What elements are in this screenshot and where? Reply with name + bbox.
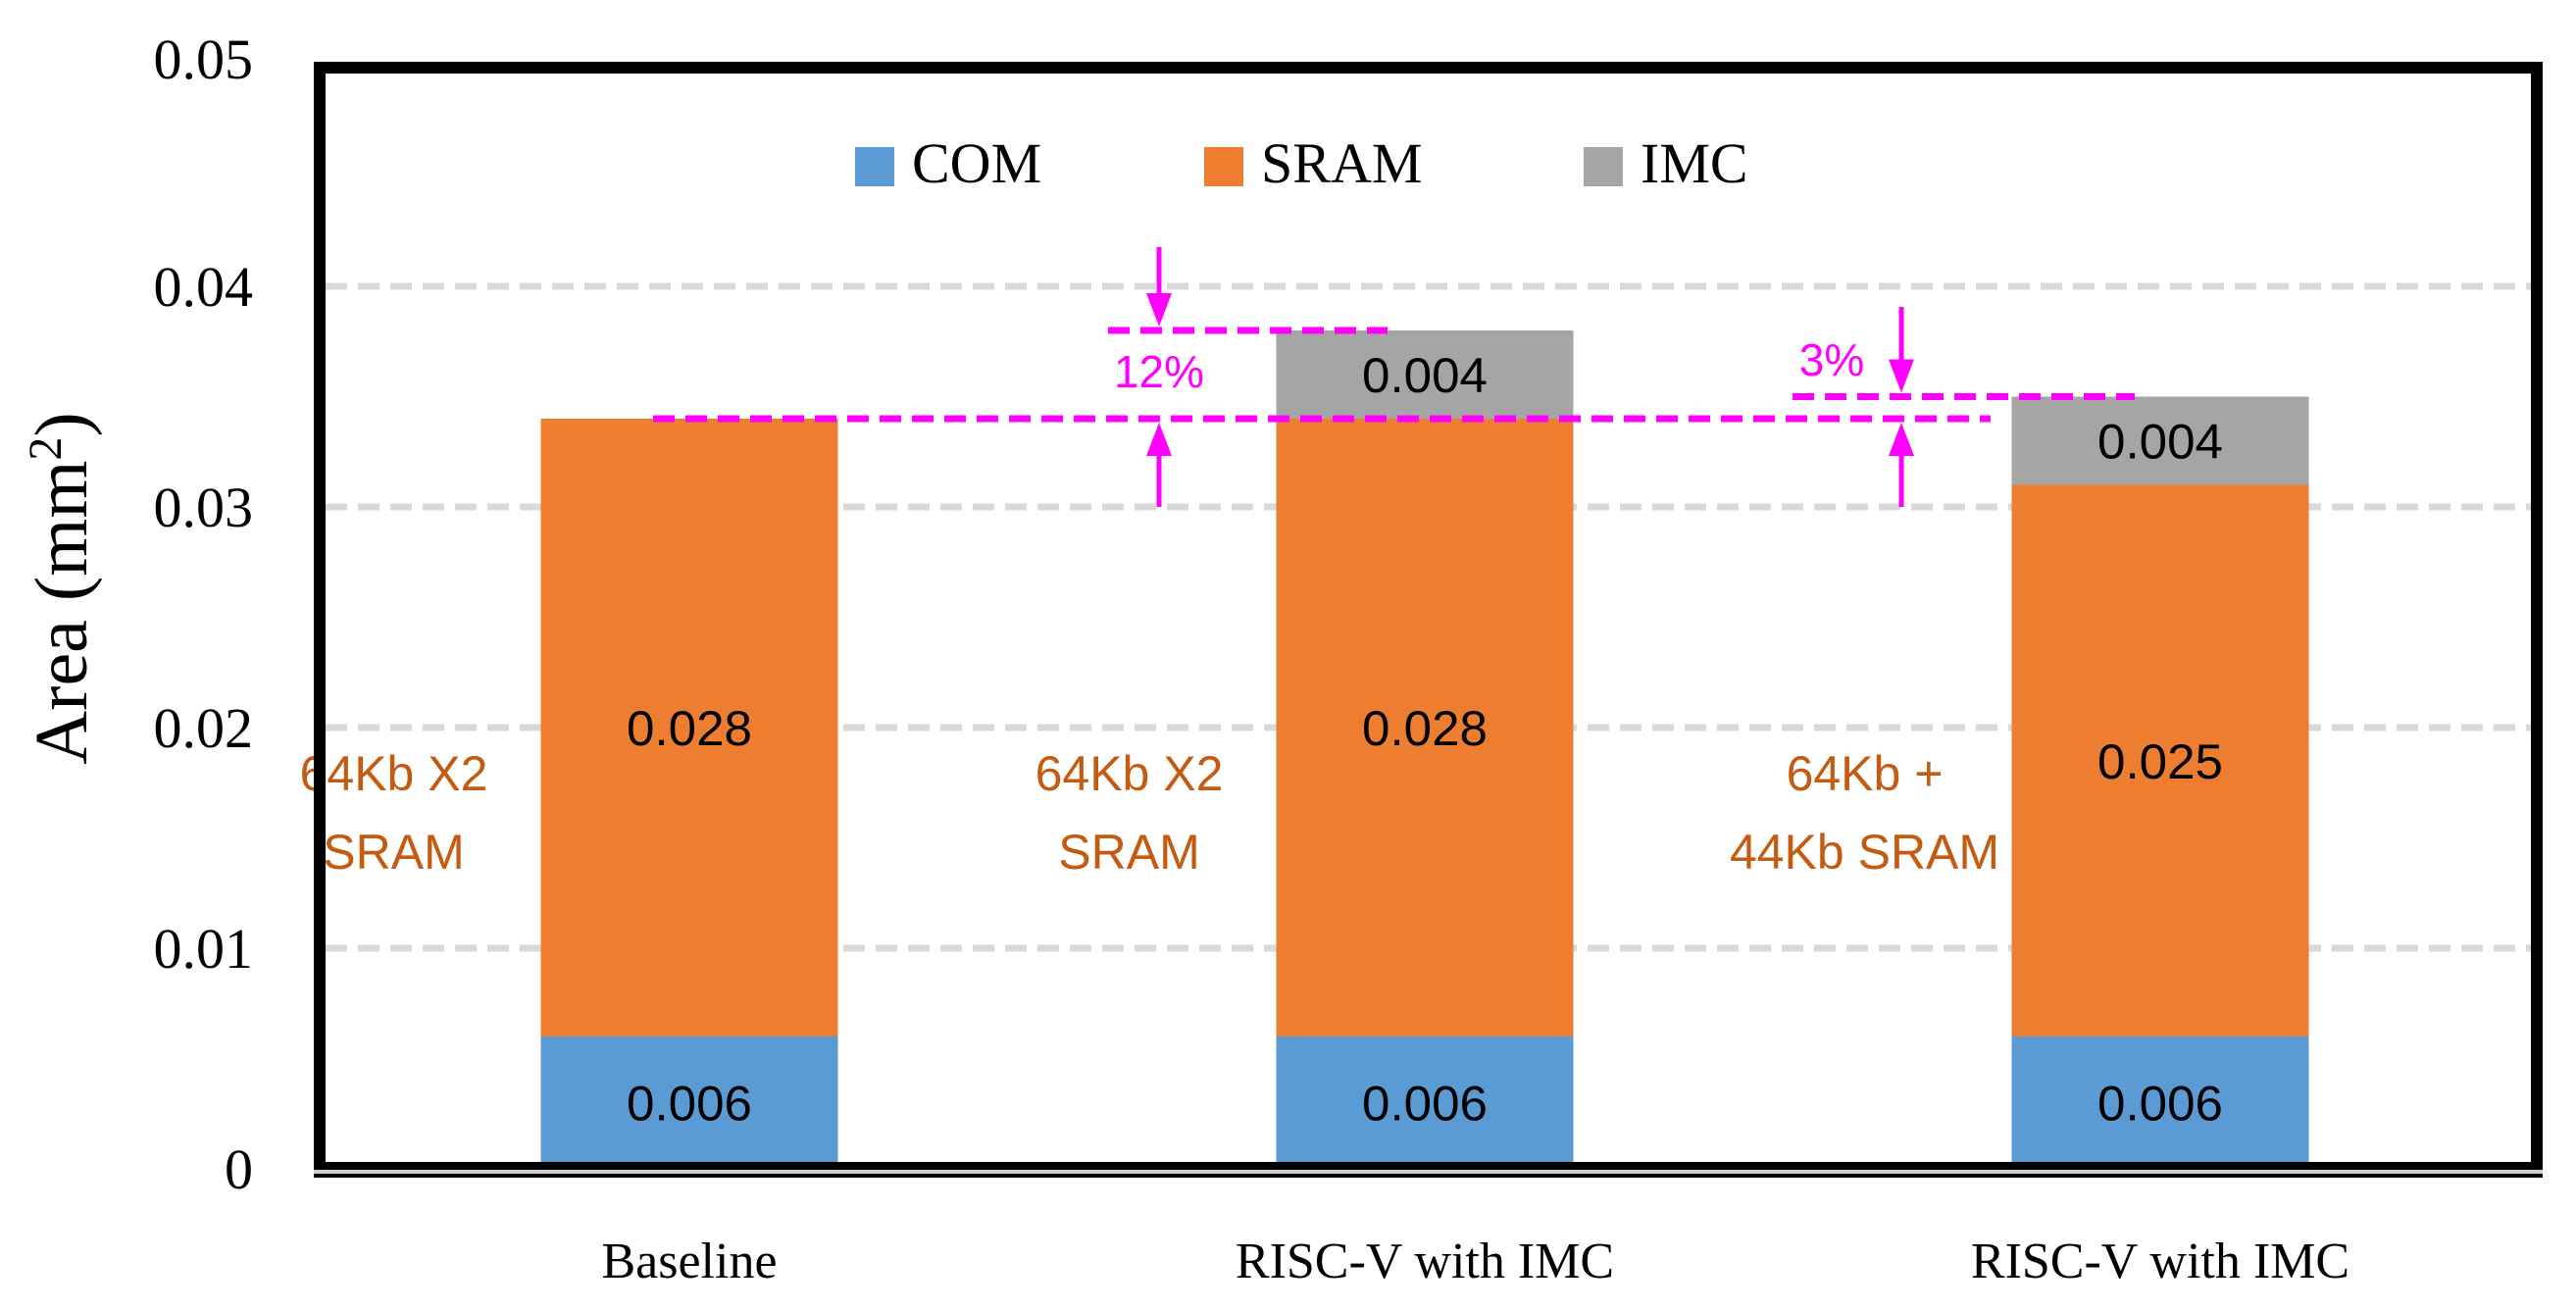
sram-note-label: 64Kb + (1787, 746, 1944, 801)
sram-note-label: SRAM (1058, 825, 1199, 880)
sram-note-label: 64Kb X2 (1035, 746, 1224, 801)
legend-item-imc: IMC (1584, 131, 1748, 195)
y-tick-label: 0.02 (154, 696, 254, 760)
down-arrow-head (1146, 293, 1172, 327)
legend-label: COM (912, 131, 1041, 195)
increase-percent-label: 12% (1114, 346, 1204, 397)
x-axis-ticks: Baseline RISC-V with IMC RISC-V with IMC (601, 1234, 2349, 1289)
y-axis-title: Area (mm2) (20, 412, 104, 765)
y-tick-label: 0.03 (154, 476, 254, 539)
increase-percent-label: 3% (1799, 334, 1864, 385)
up-arrow-head (1146, 423, 1172, 456)
legend-label: IMC (1641, 131, 1748, 195)
y-axis-title-superscript: 2 (20, 437, 72, 461)
data-label-imc: 0.004 (1362, 348, 1488, 403)
legend-swatch (855, 147, 894, 186)
data-label-com: 0.006 (1362, 1077, 1488, 1132)
sram-note-label: 64Kb X2 (300, 746, 488, 801)
x-tick-label: RISC-V with IMC (1971, 1234, 2349, 1289)
y-tick-label: 0.04 (154, 255, 254, 319)
y-axis-title-suffix: ) (21, 412, 103, 436)
data-label-com: 0.006 (627, 1077, 752, 1132)
legend-swatch (1204, 147, 1243, 186)
legend-item-com: COM (855, 131, 1041, 195)
y-tick-label: 0 (225, 1137, 253, 1201)
y-tick-label: 0.01 (154, 917, 254, 981)
x-tick-label: Baseline (601, 1234, 777, 1289)
data-label-imc: 0.004 (2097, 415, 2223, 470)
stacked-bar-chart: 0.006 0.028 0.006 0.028 0.004 0.006 0.025 0.004… (20, 27, 2543, 1289)
down-arrow-head (1889, 359, 1914, 393)
y-tick-label: 0.05 (154, 27, 254, 91)
up-arrow-head (1889, 423, 1914, 456)
y-axis-ticks: 0 0.01 0.02 0.03 0.04 0.05 (154, 27, 254, 1201)
sram-note-label: SRAM (323, 825, 464, 880)
y-axis-title-main: Area (mm (21, 461, 103, 765)
legend-swatch (1584, 147, 1623, 186)
data-label-sram: 0.025 (2097, 734, 2223, 789)
x-tick-label: RISC-V with IMC (1236, 1234, 1614, 1289)
sram-note-label: 44Kb SRAM (1730, 825, 1999, 880)
legend-label: SRAM (1261, 131, 1422, 195)
data-label-sram: 0.028 (1362, 701, 1488, 756)
bars: 0.006 0.028 0.006 0.028 0.004 0.006 0.025 0.004 (540, 330, 2309, 1169)
legend: COM SRAM IMC (855, 131, 1748, 195)
legend-item-sram: SRAM (1204, 131, 1422, 195)
data-label-com: 0.006 (2097, 1077, 2223, 1132)
data-label-sram: 0.028 (627, 701, 752, 756)
